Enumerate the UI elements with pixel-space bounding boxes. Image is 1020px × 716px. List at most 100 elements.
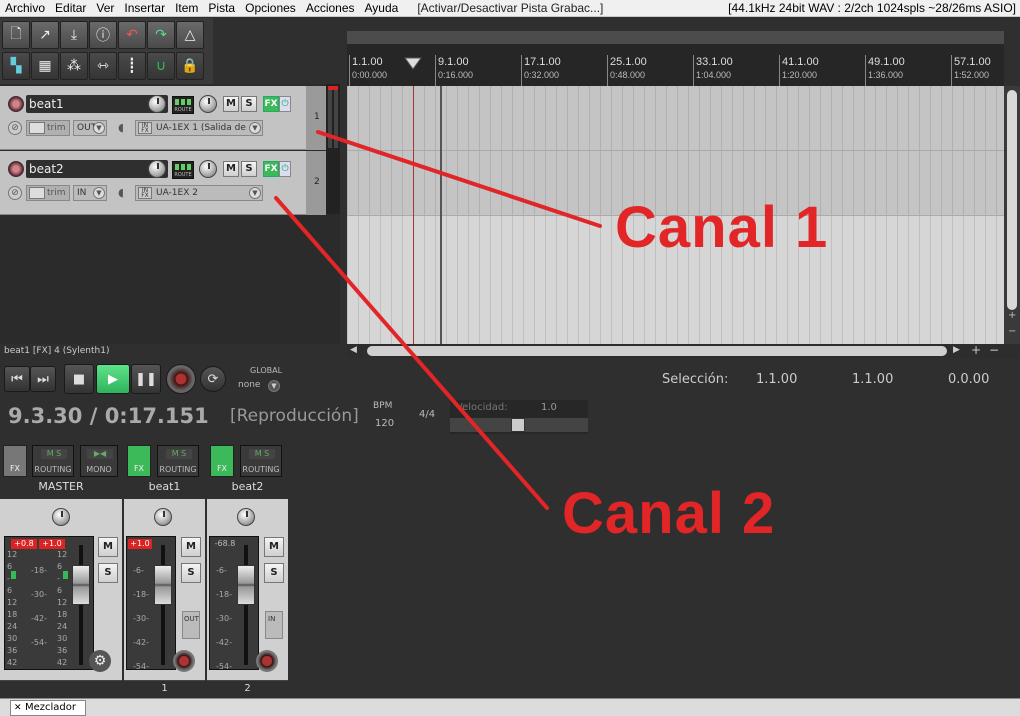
menu-item[interactable]: Item (170, 1, 203, 15)
selection-length[interactable]: 0.0.00 (948, 372, 989, 387)
phase-icon[interactable]: ⊘ (8, 186, 22, 200)
solo-button[interactable]: S (181, 563, 201, 583)
routing-button[interactable]: M S ROUTING (157, 445, 199, 477)
route-button[interactable]: ROUTE (172, 96, 194, 114)
chevron-down-icon[interactable]: ▼ (268, 380, 280, 392)
track-lane[interactable] (347, 86, 1004, 151)
open-project-icon[interactable]: ↗ (31, 21, 59, 49)
menu-pista[interactable]: Pista (203, 1, 240, 15)
trim-envelope-button[interactable]: trim (26, 185, 70, 201)
mute-button[interactable]: M (223, 96, 239, 112)
input-select[interactable]: IN FX UA-1EX 1 (Salida de ▼ (135, 120, 263, 136)
track-name[interactable]: beat2 (26, 160, 168, 178)
phase-icon[interactable]: ⊘ (8, 121, 22, 135)
track-row-beat1[interactable]: beat1 ROUTE M S FX ⏻ ⊘ trim OUT ▼ ◖ IN FX U… (0, 86, 306, 150)
track-row-beat2[interactable]: beat2 ROUTE M S FX ⏻ ⊘ trim IN ▼ ◖ IN FX UA… (0, 151, 306, 215)
undo-icon[interactable]: ↶ (118, 21, 146, 49)
go-to-start-icon[interactable]: ⏮ (4, 366, 30, 392)
fx-bypass-icon[interactable]: ⏻ (279, 96, 291, 112)
monitor-icon[interactable]: ◖ (114, 120, 128, 136)
scroll-right-icon[interactable]: ▶ (953, 345, 960, 355)
menu-archivo[interactable]: Archivo (0, 1, 50, 15)
snap-icon[interactable]: ▚ (2, 52, 30, 80)
io-mode-button[interactable]: IN (265, 611, 283, 639)
selection-start[interactable]: 1.1.00 (756, 372, 797, 387)
master-mute-button[interactable]: M (98, 537, 118, 557)
master-volume-fader[interactable] (72, 565, 90, 605)
pan-knob[interactable] (199, 160, 217, 178)
audio-status[interactable]: [44.1kHz 24bit WAV : 2/2ch 1024spls ~28/… (728, 1, 1020, 15)
new-project-icon[interactable]: 🗋 (2, 21, 30, 49)
play-icon[interactable]: ▶ (96, 364, 130, 394)
menu-ver[interactable]: Ver (91, 1, 119, 15)
volume-knob[interactable] (148, 160, 166, 178)
fx-button[interactable]: FX (263, 96, 279, 112)
mute-button[interactable]: M (223, 161, 239, 177)
bpm-value[interactable]: 120 (375, 418, 394, 429)
time-position[interactable]: 9.3.30 / 0:17.151 (8, 404, 209, 428)
master-fx-button[interactable]: FX (3, 445, 27, 477)
record-arm-icon[interactable] (173, 650, 195, 672)
monitor-icon[interactable]: ◖ (114, 185, 128, 201)
playhead-marker-icon[interactable] (403, 57, 423, 71)
trim-envelope-button[interactable]: trim (26, 120, 70, 136)
record-arm-button[interactable] (8, 161, 24, 177)
volume-fader[interactable] (154, 565, 172, 605)
io-mode-button[interactable]: OUT (182, 611, 200, 639)
gear-icon[interactable]: ⚙ (89, 650, 111, 672)
menu-acciones[interactable]: Acciones (301, 1, 360, 15)
volume-knob[interactable] (148, 95, 166, 113)
solo-button[interactable]: S (241, 161, 257, 177)
fx-button[interactable]: FX (263, 161, 279, 177)
item-grouping-icon[interactable]: ⁂ (60, 52, 88, 80)
redo-icon[interactable]: ↷ (147, 21, 175, 49)
zoom-in-icon[interactable]: + (971, 343, 981, 357)
zoom-out-icon[interactable]: − (989, 343, 999, 357)
playrate-value[interactable]: 1.0 (541, 402, 557, 413)
project-settings-icon[interactable]: ⓘ (89, 21, 117, 49)
master-pan-knob[interactable] (52, 508, 70, 526)
zoom-out-vertical-icon[interactable]: − (1008, 326, 1016, 337)
solo-button[interactable]: S (264, 563, 284, 583)
loop-icon[interactable]: ∪ (147, 52, 175, 80)
volume-fader[interactable] (237, 565, 255, 605)
record-arm-icon[interactable] (256, 650, 278, 672)
menu-opciones[interactable]: Opciones (240, 1, 301, 15)
routing-button[interactable]: M S ROUTING (240, 445, 282, 477)
input-select[interactable]: IN FX UA-1EX 2 ▼ (135, 185, 263, 201)
auto-crossfade-icon[interactable]: ┋ (118, 52, 146, 80)
stop-icon[interactable]: ■ (64, 364, 94, 394)
metronome-icon[interactable]: △ (176, 21, 204, 49)
global-automation-value[interactable]: none (238, 380, 260, 390)
ripple-edit-icon[interactable]: ⇿ (89, 52, 117, 80)
master-routing-button[interactable]: M S ROUTING (32, 445, 74, 477)
pan-knob[interactable] (199, 95, 217, 113)
menu-ayuda[interactable]: Ayuda (360, 1, 404, 15)
io-mode-select[interactable]: IN ▼ (73, 185, 107, 201)
fx-button[interactable]: FX (210, 445, 234, 477)
solo-button[interactable]: S (241, 96, 257, 112)
record-arm-button[interactable] (8, 96, 24, 112)
grid-icon[interactable]: ▦ (31, 52, 59, 80)
mute-button[interactable]: M (264, 537, 284, 557)
go-to-end-icon[interactable]: ⏭ (30, 366, 56, 392)
menu-insertar[interactable]: Insertar (119, 1, 170, 15)
horizontal-scrollbar[interactable]: ◀ ▶ + − (347, 343, 1020, 358)
playrate-slider[interactable] (450, 418, 588, 432)
zoom-in-vertical-icon[interactable]: + (1008, 310, 1016, 321)
io-mode-select[interactable]: OUT ▼ (73, 120, 107, 136)
master-solo-button[interactable]: S (98, 563, 118, 583)
record-icon[interactable] (166, 364, 196, 394)
pause-icon[interactable]: ❚❚ (131, 364, 161, 394)
time-signature[interactable]: 4/4 (419, 409, 435, 420)
repeat-icon[interactable]: ⟳ (200, 366, 226, 392)
tab-mezclador[interactable]: Mezclador (10, 700, 86, 716)
pan-knob[interactable] (237, 508, 255, 526)
lock-icon[interactable]: 🔒 (176, 52, 204, 80)
selection-end[interactable]: 1.1.00 (852, 372, 893, 387)
scroll-left-icon[interactable]: ◀ (350, 345, 357, 355)
pan-knob[interactable] (154, 508, 172, 526)
mono-button[interactable]: ▶◀ MONO (80, 445, 118, 477)
track-name[interactable]: beat1 (26, 95, 168, 113)
vertical-scrollbar[interactable]: + − (1004, 86, 1020, 344)
